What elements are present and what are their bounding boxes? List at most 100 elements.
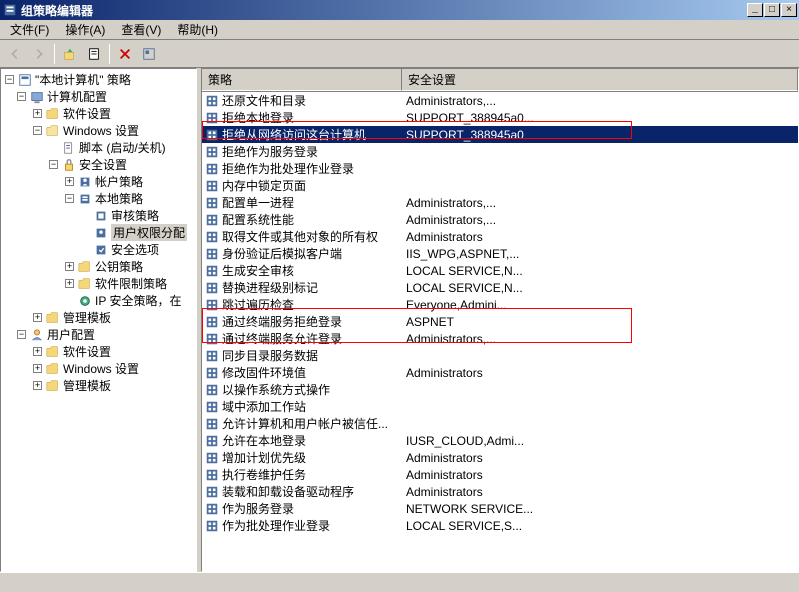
row-security: ASPNET: [402, 315, 798, 329]
column-security[interactable]: 安全设置: [402, 69, 798, 91]
tree-local-policies[interactable]: −本地策略: [3, 190, 194, 207]
tree-label: 软件设置: [63, 343, 111, 360]
tree-admin-templates2[interactable]: +管理模板: [3, 377, 194, 394]
list-row[interactable]: 生成安全审核LOCAL SERVICE,N...: [202, 262, 798, 279]
separator: [109, 44, 110, 64]
tree-windows-settings[interactable]: −Windows 设置: [3, 122, 194, 139]
list-row[interactable]: 允许在本地登录IUSR_CLOUD,Admi...: [202, 432, 798, 449]
row-security: Administrators: [402, 230, 798, 244]
list-row[interactable]: 拒绝作为批处理作业登录: [202, 160, 798, 177]
list-row[interactable]: 修改固件环境值Administrators: [202, 364, 798, 381]
list-row[interactable]: 拒绝本地登录SUPPORT_388945a0...: [202, 109, 798, 126]
tree-root[interactable]: −"本地计算机" 策略: [3, 71, 194, 88]
tree-label-selected: 用户权限分配: [111, 224, 187, 241]
refresh-button[interactable]: [138, 43, 160, 65]
tree-audit-policy[interactable]: 审核策略: [3, 207, 194, 224]
tree-account-policies[interactable]: +帐户策略: [3, 173, 194, 190]
tree-scripts[interactable]: 脚本 (启动/关机): [3, 139, 194, 156]
policy-icon: [204, 501, 220, 517]
row-policy: 增加计划优先级: [222, 449, 402, 466]
tree-security-options[interactable]: 安全选项: [3, 241, 194, 258]
policy-icon: [204, 297, 220, 313]
list-row[interactable]: 配置系统性能Administrators,...: [202, 211, 798, 228]
list-row[interactable]: 拒绝作为服务登录: [202, 143, 798, 160]
menu-action[interactable]: 操作(A): [59, 19, 111, 40]
list-row[interactable]: 作为服务登录NETWORK SERVICE...: [202, 500, 798, 517]
list-row[interactable]: 内存中锁定页面: [202, 177, 798, 194]
row-security: Administrators: [402, 366, 798, 380]
row-policy: 通过终端服务允许登录: [222, 330, 402, 347]
policy-icon: [204, 399, 220, 415]
row-policy: 拒绝作为服务登录: [222, 143, 402, 160]
policy-icon: [204, 348, 220, 364]
list-row[interactable]: 允许计算机和用户帐户被信任...: [202, 415, 798, 432]
menu-file[interactable]: 文件(F): [4, 19, 55, 40]
list-row[interactable]: 执行卷维护任务Administrators: [202, 466, 798, 483]
tree-public-key[interactable]: +公钥策略: [3, 258, 194, 275]
list-row[interactable]: 取得文件或其他对象的所有权Administrators: [202, 228, 798, 245]
list-row[interactable]: 增加计划优先级Administrators: [202, 449, 798, 466]
column-policy[interactable]: 策略: [202, 69, 402, 91]
tree-security-settings[interactable]: −安全设置: [3, 156, 194, 173]
forward-button: [28, 43, 50, 65]
list-row[interactable]: 配置单一进程Administrators,...: [202, 194, 798, 211]
policy-icon: [204, 280, 220, 296]
list-row[interactable]: 以操作系统方式操作: [202, 381, 798, 398]
policy-icon: [204, 263, 220, 279]
delete-button[interactable]: [114, 43, 136, 65]
list-row[interactable]: 拒绝从网络访问这台计算机SUPPORT_388945a0: [202, 126, 798, 143]
policy-icon: [204, 382, 220, 398]
close-button[interactable]: ×: [781, 3, 797, 17]
row-security: SUPPORT_388945a0...: [402, 111, 798, 125]
row-policy: 生成安全审核: [222, 262, 402, 279]
list-row[interactable]: 还原文件和目录Administrators,...: [202, 92, 798, 109]
tree-user-rights[interactable]: 用户权限分配: [3, 224, 194, 241]
tree-label: 公钥策略: [95, 258, 143, 275]
policy-icon: [204, 127, 220, 143]
tree-software-restriction[interactable]: +软件限制策略: [3, 275, 194, 292]
list-row[interactable]: 身份验证后模拟客户端IIS_WPG,ASPNET,...: [202, 245, 798, 262]
tree-label: 计算机配置: [47, 88, 107, 105]
row-policy: 以操作系统方式操作: [222, 381, 402, 398]
list-row[interactable]: 域中添加工作站: [202, 398, 798, 415]
policy-icon: [204, 467, 220, 483]
maximize-button[interactable]: □: [764, 3, 780, 17]
tree-panel[interactable]: −"本地计算机" 策略 −计算机配置 +软件设置 −Windows 设置 脚本 …: [0, 68, 197, 572]
tree-ip-security[interactable]: IP 安全策略，在: [3, 292, 194, 309]
minimize-button[interactable]: _: [747, 3, 763, 17]
tree-label: 管理模板: [63, 309, 111, 326]
tree-user-config[interactable]: −用户配置: [3, 326, 194, 343]
row-security: Administrators,...: [402, 332, 798, 346]
list-row[interactable]: 通过终端服务拒绝登录ASPNET: [202, 313, 798, 330]
menu-help[interactable]: 帮助(H): [171, 19, 224, 40]
tree-software-settings2[interactable]: +软件设置: [3, 343, 194, 360]
tree-label: Windows 设置: [63, 122, 139, 139]
row-policy: 配置单一进程: [222, 194, 402, 211]
row-security: LOCAL SERVICE,S...: [402, 519, 798, 533]
row-security: LOCAL SERVICE,N...: [402, 281, 798, 295]
policy-icon: [204, 314, 220, 330]
list-row[interactable]: 跳过遍历检查Everyone,Admini...: [202, 296, 798, 313]
policy-icon: [204, 416, 220, 432]
status-bar: [0, 572, 799, 592]
list-row[interactable]: 通过终端服务允许登录Administrators,...: [202, 330, 798, 347]
row-security: LOCAL SERVICE,N...: [402, 264, 798, 278]
menu-view[interactable]: 查看(V): [115, 19, 167, 40]
row-policy: 身份验证后模拟客户端: [222, 245, 402, 262]
properties-button[interactable]: [83, 43, 105, 65]
list-row[interactable]: 替换进程级别标记LOCAL SERVICE,N...: [202, 279, 798, 296]
tree-windows-settings2[interactable]: +Windows 设置: [3, 360, 194, 377]
tree-label: 软件设置: [63, 105, 111, 122]
tree-admin-templates[interactable]: +管理模板: [3, 309, 194, 326]
list-row[interactable]: 同步目录服务数据: [202, 347, 798, 364]
list-panel[interactable]: 策略 安全设置 还原文件和目录Administrators,...拒绝本地登录S…: [201, 68, 799, 572]
up-button[interactable]: [59, 43, 81, 65]
tree-computer-config[interactable]: −计算机配置: [3, 88, 194, 105]
list-row[interactable]: 装载和卸载设备驱动程序Administrators: [202, 483, 798, 500]
policy-icon: [204, 161, 220, 177]
separator: [54, 44, 55, 64]
tree-software-settings[interactable]: +软件设置: [3, 105, 194, 122]
row-security: Administrators: [402, 468, 798, 482]
list-row[interactable]: 作为批处理作业登录LOCAL SERVICE,S...: [202, 517, 798, 534]
row-policy: 替换进程级别标记: [222, 279, 402, 296]
